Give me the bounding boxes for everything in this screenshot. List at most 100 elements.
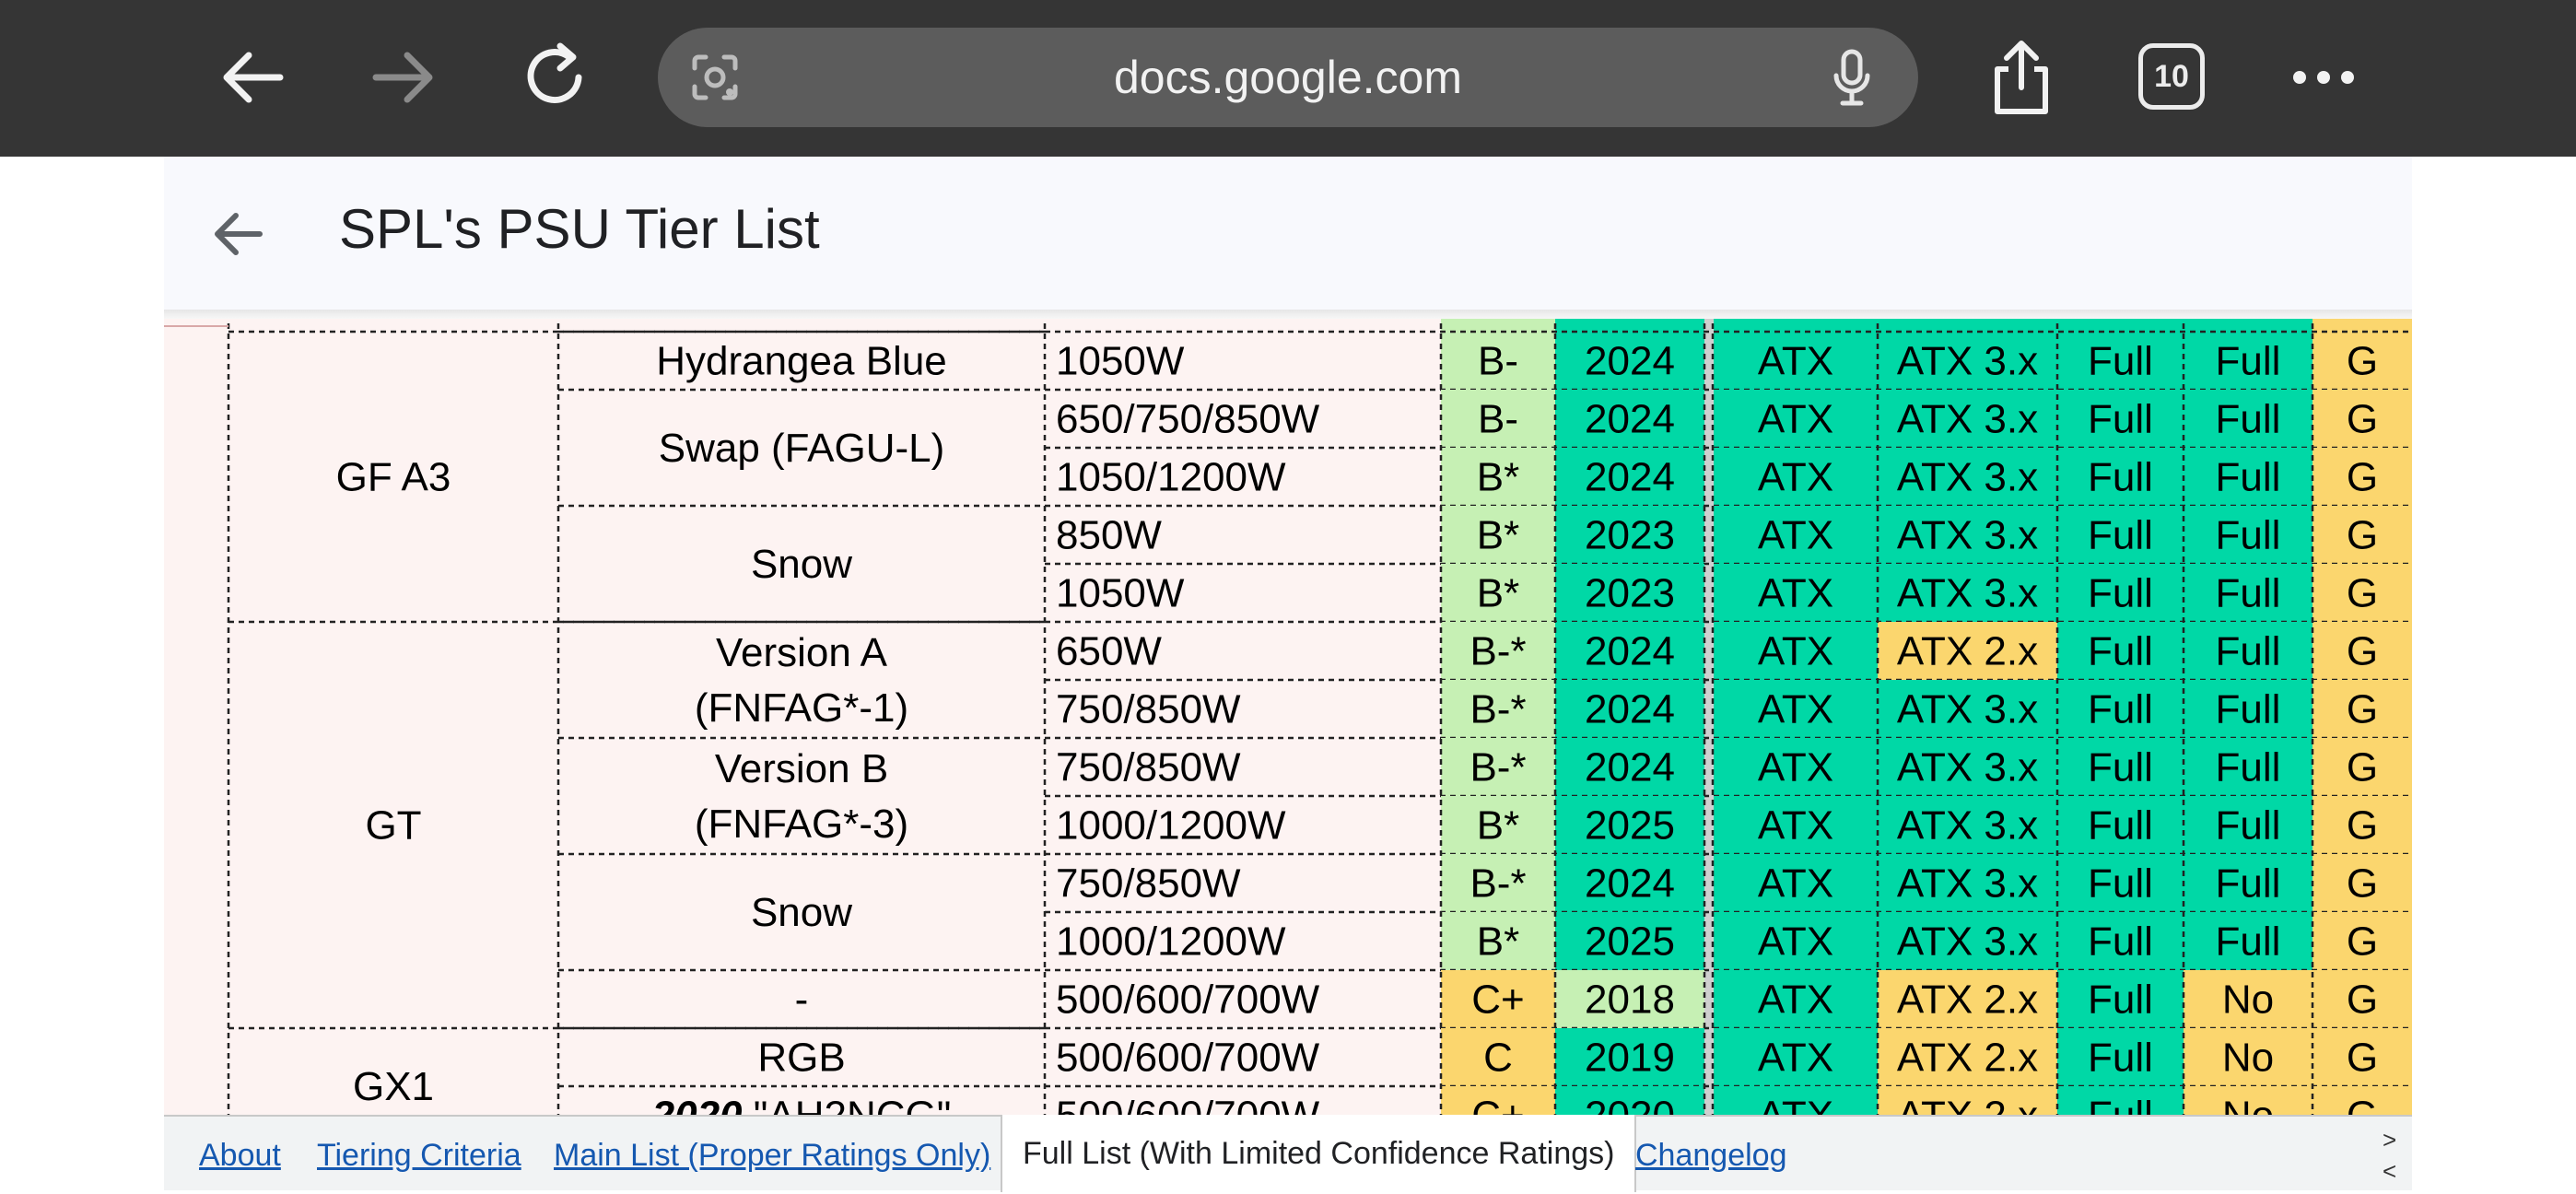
last-col-text: G	[2347, 861, 2378, 907]
scroll-left-icon[interactable]: <	[2383, 1155, 2405, 1187]
c1-text: Full	[2088, 571, 2153, 616]
tab-full-list[interactable]: Full List (With Limited Confidence Ratin…	[1001, 1115, 1637, 1192]
atx-version-text: ATX 2.x	[1897, 977, 2038, 1023]
atx-version-text: ATX 3.x	[1897, 803, 2038, 849]
form-factor-text: ATX	[1758, 571, 1833, 616]
c2-text: Full	[2216, 513, 2281, 558]
sheet-tab-bar: About Tiering Criteria Main List (Proper…	[164, 1115, 2412, 1192]
form-factor-text: ATX	[1758, 745, 1833, 790]
more-options-icon[interactable]	[2279, 33, 2368, 122]
form-factor-text: ATX	[1758, 687, 1833, 732]
year-text: 2023	[1585, 513, 1675, 558]
c2-text: No	[2222, 1094, 2274, 1116]
url-text[interactable]: docs.google.com	[658, 28, 1918, 127]
microphone-icon[interactable]	[1832, 48, 1872, 107]
reload-icon[interactable]	[512, 33, 601, 122]
form-factor-text: ATX	[1758, 1094, 1833, 1116]
tab-changelog[interactable]: Changelog	[1635, 1117, 1786, 1190]
form-factor-text: ATX	[1758, 803, 1833, 849]
c2-text: Full	[2216, 687, 2281, 732]
tier-text: B-*	[1469, 687, 1526, 732]
spreadsheet-table: 1050W B- 2024 ATX ATX 3.x Full Full G 650/750/85…	[164, 313, 2412, 1115]
spreadsheet-grid[interactable]: 1050W B- 2024 ATX ATX 3.x Full Full G 650/750/85…	[164, 313, 2412, 1115]
c1-text: Full	[2088, 803, 2153, 849]
tab-tiering-criteria[interactable]: Tiering Criteria	[317, 1117, 521, 1190]
model-name: Swap (FAGU-L)	[659, 426, 945, 471]
last-col-text: G	[2347, 339, 2378, 384]
year-text: 2024	[1585, 455, 1675, 500]
c2-text: Full	[2216, 629, 2281, 674]
wattage-text: 500/600/700W	[1056, 1036, 1320, 1081]
last-col-text: G	[2347, 803, 2378, 849]
scroll-right-icon[interactable]: >	[2383, 1124, 2405, 1155]
share-icon[interactable]	[1977, 33, 2066, 122]
form-factor-text: ATX	[1758, 1036, 1833, 1081]
group-name: GX1	[353, 1064, 434, 1109]
c2-text: Full	[2216, 919, 2281, 965]
year-text: 2024	[1585, 629, 1675, 674]
c2-text: No	[2222, 1036, 2274, 1081]
wattage-text: 750/850W	[1056, 861, 1241, 907]
atx-version-text: ATX 3.x	[1897, 687, 2038, 732]
c1-text: Full	[2088, 977, 2153, 1023]
last-col-text: G	[2347, 571, 2378, 616]
c2-text: Full	[2216, 339, 2281, 384]
tier-text: B*	[1477, 919, 1519, 965]
atx-version-text: ATX 3.x	[1897, 397, 2038, 442]
c1-text: Full	[2088, 455, 2153, 500]
c2-text: Full	[2216, 803, 2281, 849]
tab-scroll-arrows[interactable]: > <	[2383, 1124, 2405, 1187]
last-col-text: G	[2347, 397, 2378, 442]
last-col-text: G	[2347, 513, 2378, 558]
year-text: 2018	[1585, 977, 1675, 1023]
back-arrow-icon[interactable]	[208, 33, 297, 122]
c1-text: Full	[2088, 513, 2153, 558]
wattage-text: 1000/1200W	[1056, 803, 1286, 849]
tab-about[interactable]: About	[199, 1117, 281, 1190]
year-text: 2024	[1585, 861, 1675, 907]
model-name: (FNFAG*-1)	[695, 685, 908, 731]
address-bar[interactable]: docs.google.com	[658, 28, 1918, 127]
last-col-text: G	[2347, 745, 2378, 790]
last-col-text: G	[2347, 687, 2378, 732]
c1-text: Full	[2088, 745, 2153, 790]
year-text: 2025	[1585, 803, 1675, 849]
atx-version-text: ATX 3.x	[1897, 455, 2038, 500]
wattage-text: 1000/1200W	[1056, 919, 1286, 965]
year-text: 2024	[1585, 397, 1675, 442]
atx-version-text: ATX 3.x	[1897, 745, 2038, 790]
year-text: 2024	[1585, 339, 1675, 384]
last-col-text: G	[2347, 977, 2378, 1023]
model-name: Snow	[751, 542, 852, 587]
wattage-text: 750/850W	[1056, 687, 1241, 732]
year-text: 2024	[1585, 687, 1675, 732]
model-name: Hydrangea Blue	[656, 339, 947, 384]
c2-text: Full	[2216, 397, 2281, 442]
model-name: Snow	[751, 890, 852, 935]
atx-version-text: ATX 3.x	[1897, 571, 2038, 616]
year-text: 2025	[1585, 919, 1675, 965]
tab-count-button[interactable]: 10	[2138, 43, 2205, 110]
year-text: 2019	[1585, 1036, 1675, 1081]
atx-version-text: ATX 2.x	[1897, 1036, 2038, 1081]
c2-text: Full	[2216, 745, 2281, 790]
tab-main-list[interactable]: Main List (Proper Ratings Only)	[554, 1117, 990, 1190]
browser-toolbar: docs.google.com 10	[0, 0, 2576, 157]
last-col-text: G	[2347, 455, 2378, 500]
tier-text: B*	[1477, 513, 1519, 558]
last-col-text: G	[2347, 919, 2378, 965]
wattage-text: 650W	[1056, 629, 1162, 674]
document-header: SPL's PSU Tier List	[164, 157, 2412, 310]
year-text: 2020	[1585, 1094, 1675, 1116]
c1-text: Full	[2088, 339, 2153, 384]
back-arrow-icon[interactable]	[208, 205, 267, 263]
wattage-text: 1050W	[1056, 339, 1185, 384]
year-text: 2023	[1585, 571, 1675, 616]
form-factor-text: ATX	[1758, 455, 1833, 500]
atx-version-text: ATX 2.x	[1897, 629, 2038, 674]
model-name: (FNFAG*-3)	[695, 802, 908, 847]
model-name: Version B	[715, 746, 888, 791]
form-factor-text: ATX	[1758, 629, 1833, 674]
forward-arrow-icon[interactable]	[359, 33, 448, 122]
c1-text: Full	[2088, 919, 2153, 965]
